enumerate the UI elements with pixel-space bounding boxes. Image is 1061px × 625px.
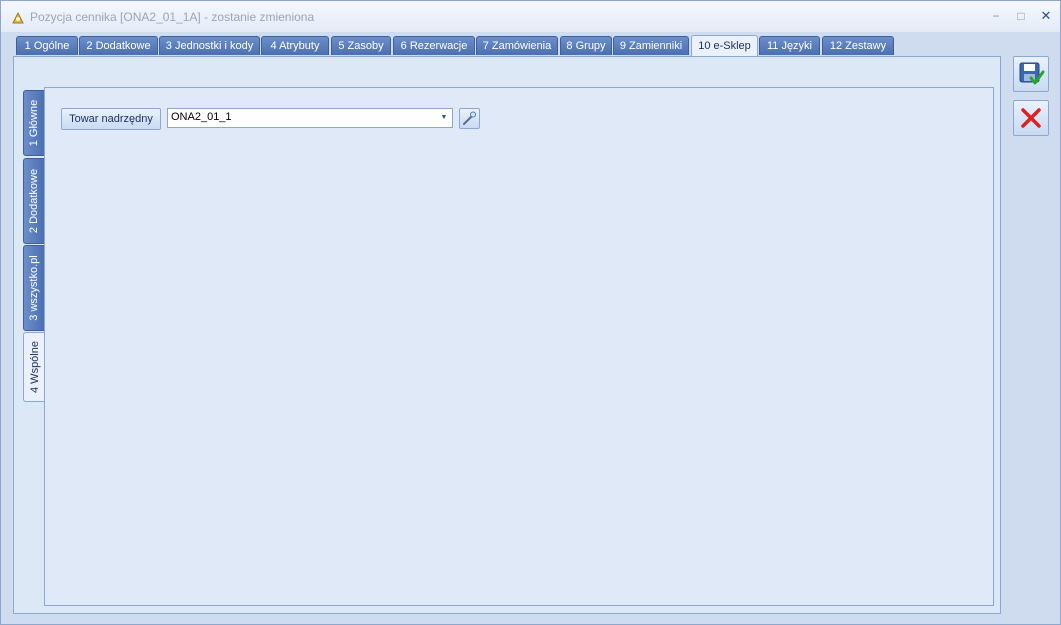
tab-rezerwacje[interactable]: 6 Rezerwacje — [393, 36, 475, 55]
tab-label: 1 Ogólne — [24, 40, 70, 52]
tab-zestawy[interactable]: 12 Zestawy — [822, 36, 894, 55]
tab-jezyki[interactable]: 11 Języki — [759, 36, 820, 55]
parent-item-value: ONA2_01_1 — [171, 111, 232, 123]
tab-zamowienia[interactable]: 7 Zamówienia — [476, 36, 558, 55]
tab-zamienniki[interactable]: 9 Zamienniki — [613, 36, 689, 55]
picker-button[interactable] — [459, 108, 480, 129]
tab-label: 8 Grupy — [566, 40, 606, 52]
tab-jednostki-i-kody[interactable]: 3 Jednostki i kody — [159, 36, 260, 55]
cancel-icon — [1014, 101, 1048, 135]
tab-label: 7 Zamówienia — [482, 40, 552, 52]
minimize-button[interactable]: − — [987, 7, 1005, 25]
window-title: Pozycja cennika [ONA2_01_1A] - zostanie … — [30, 10, 315, 24]
vtab-wspolne[interactable]: 4 Wspólne — [23, 332, 46, 402]
tab-ogolne[interactable]: 1 Ogólne — [16, 36, 78, 55]
maximize-button[interactable]: □ — [1012, 7, 1030, 25]
vtab-label: 2 Dodatkowe — [28, 168, 40, 234]
tab-atrybuty[interactable]: 4 Atrybuty — [261, 36, 329, 55]
tab-label: 6 Rezerwacje — [400, 40, 468, 52]
vtab-label: 4 Wspólne — [29, 341, 41, 393]
tab-label: 4 Atrybuty — [270, 40, 320, 52]
vtab-label: 3 wszystko.pl — [28, 255, 40, 321]
tab-label: 12 Zestawy — [829, 40, 887, 52]
tab-label: 2 Dodatkowe — [86, 40, 151, 52]
tab-dodatkowe[interactable]: 2 Dodatkowe — [79, 36, 158, 55]
tab-label: 5 Zasoby — [338, 40, 384, 52]
tab-zasoby[interactable]: 5 Zasoby — [331, 36, 391, 55]
parent-item-combobox[interactable]: ONA2_01_1 ▼ — [167, 108, 453, 128]
wspolne-content-panel — [44, 87, 994, 606]
vertical-tab-strip: 1 Główne 2 Dodatkowe 3 wszystko.pl 4 Wsp… — [23, 90, 46, 410]
title-bar[interactable]: Pozycja cennika [ONA2_01_1A] - zostanie … — [1, 1, 1060, 32]
tab-label: 10 e-Sklep — [698, 40, 751, 52]
vtab-glowne[interactable]: 1 Główne — [23, 90, 44, 156]
vtab-wszystko-pl[interactable]: 3 wszystko.pl — [23, 245, 44, 331]
tab-label: 3 Jednostki i kody — [165, 40, 254, 52]
tab-e-sklep[interactable]: 10 e-Sklep — [691, 35, 758, 56]
vtab-label: 1 Główne — [28, 99, 40, 147]
tab-label: 11 Języki — [766, 40, 813, 52]
magic-wand-icon — [460, 109, 479, 128]
parent-item-button[interactable]: Towar nadrzędny — [61, 108, 161, 130]
close-button[interactable]: ✕ — [1037, 7, 1055, 25]
cancel-button[interactable] — [1013, 100, 1049, 136]
chevron-down-icon[interactable]: ▼ — [438, 111, 450, 125]
save-icon — [1014, 57, 1048, 91]
tab-label: 9 Zamienniki — [619, 40, 683, 52]
vtab-dodatkowe[interactable]: 2 Dodatkowe — [23, 158, 44, 244]
app-icon — [11, 11, 25, 25]
save-button[interactable] — [1013, 56, 1049, 92]
tab-grupy[interactable]: 8 Grupy — [560, 36, 612, 55]
